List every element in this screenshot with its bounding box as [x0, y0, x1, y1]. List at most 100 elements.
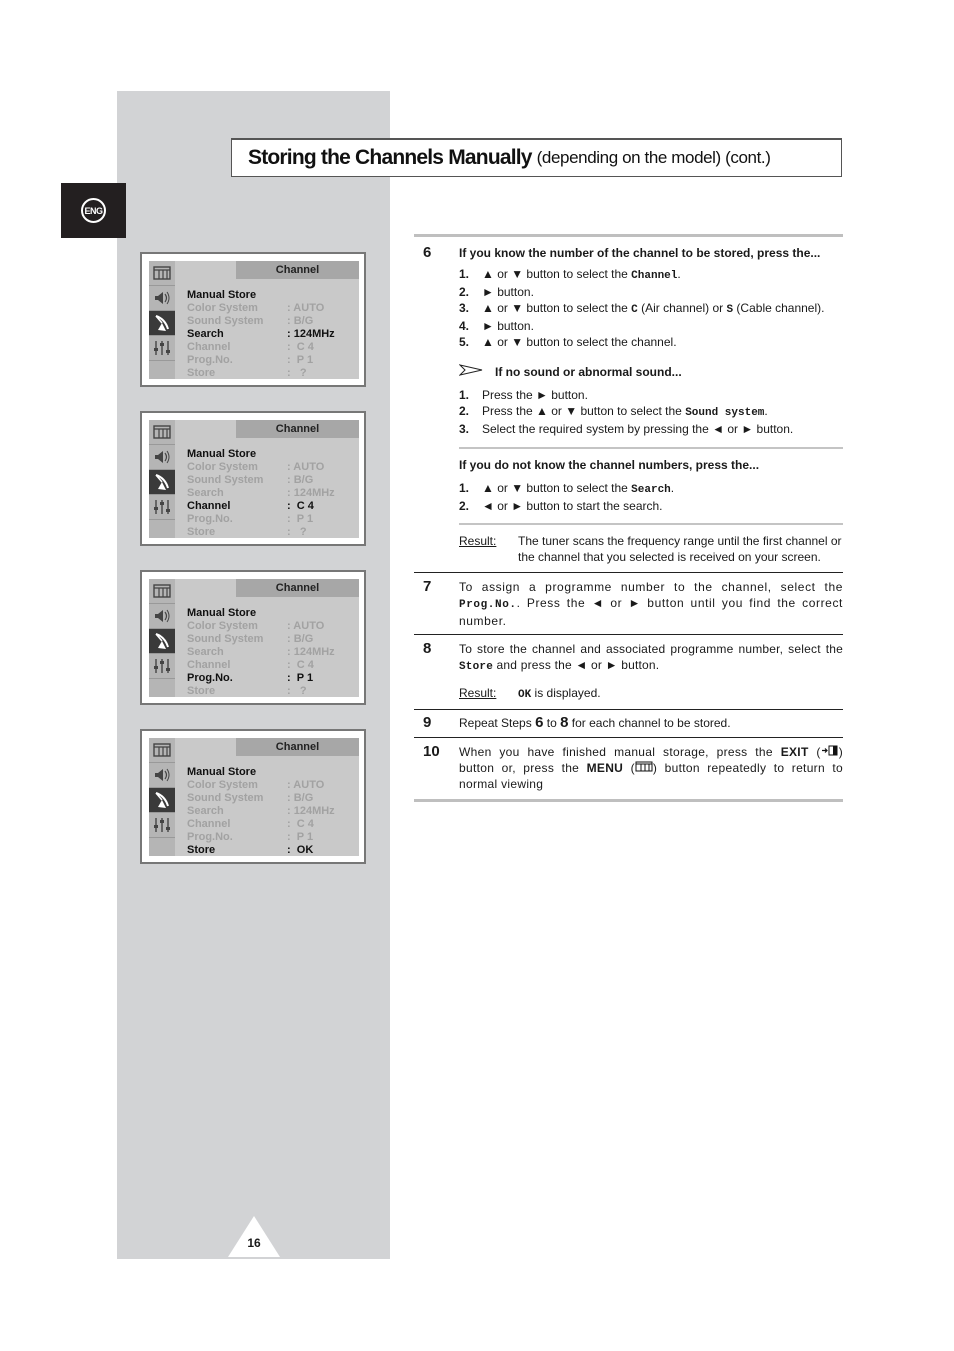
exit-button-label: EXIT	[780, 745, 809, 759]
osd-row-value: : C 4	[287, 659, 314, 671]
list-item: 2. ◄ or ► button to start the search.	[459, 499, 663, 513]
language-badge: ENG	[81, 198, 106, 223]
sound-icon	[149, 604, 175, 629]
osd-icon-bar	[149, 738, 175, 856]
note-list: 1. Press the ► button. 2. Press the ▲ or ▼ …	[459, 387, 843, 437]
result-text: The tuner scans the frequency range unti…	[518, 534, 842, 564]
list-item: 1. ▲ or ▼ button to select the Search.	[459, 481, 675, 496]
step-10: 10 When you have finished manual storage…	[414, 738, 843, 799]
osd-row-label: Color System	[187, 620, 258, 632]
antenna-channel-icon	[149, 470, 175, 495]
step-number: 10	[423, 743, 440, 760]
osd-row-label: Channel	[187, 818, 231, 830]
osd-row-label: Prog.No.	[187, 513, 233, 525]
osd-row-label: Store	[187, 367, 216, 379]
language-tab: ENG	[61, 183, 126, 238]
osd-row-value: : ?	[287, 685, 307, 697]
osd-header: Channel	[236, 261, 359, 279]
instructions: 6 If you know the number of the channel …	[414, 234, 843, 802]
osd-row-value: : 124MHz	[287, 805, 335, 817]
osd-row-label: Sound System	[187, 315, 264, 327]
unknown-list: 1. ▲ or ▼ button to select the Search. 2. ◄…	[459, 480, 843, 514]
osd-row-value: : B/G	[287, 633, 314, 645]
osd-row-label: Channel	[187, 500, 231, 512]
step-list: 1. ▲ or ▼ button to select the Channel. 2.…	[459, 266, 843, 350]
osd-row: Channel: C 4	[187, 341, 335, 354]
osd-row-value: : AUTO	[287, 461, 325, 473]
osd-row-label: Search	[187, 805, 224, 817]
list-item: 2. ► button.	[459, 285, 534, 299]
note-heading-text: If no sound or abnormal sound...	[495, 364, 682, 379]
osd-icon-bar	[149, 420, 175, 538]
page-title-box: Storing the Channels Manually (depending…	[231, 138, 842, 177]
list-item: 2. Press the ▲ or ▼ button to select the …	[459, 404, 768, 419]
antenna-channel-icon	[149, 311, 175, 336]
osd-title: Manual Store	[187, 448, 257, 460]
osd-row-value: : AUTO	[287, 302, 325, 314]
osd-row-value: : B/G	[287, 792, 314, 804]
step-text: To store the channel and associated prog…	[459, 642, 843, 673]
osd-row-label: Store	[187, 844, 216, 856]
osd-screen: Channel Manual Store Color System: AUTO Sou…	[140, 729, 366, 864]
osd-row: Sound System: B/G	[187, 792, 335, 805]
osd-row-value: : P 1	[287, 354, 314, 366]
step-8: 8 To store the channel and associated pr…	[414, 635, 843, 709]
unknown-heading: If you do not know the channel numbers, …	[459, 458, 760, 472]
osd-screen: Channel Manual Store Color System: AUTO Sou…	[140, 411, 366, 546]
picture-menu-icon	[149, 261, 175, 286]
page-subtitle: (depending on the model) (cont.)	[536, 148, 771, 167]
osd-row: Search : 124MHz	[187, 487, 335, 500]
osd-row-value: : AUTO	[287, 620, 325, 632]
osd-row: Sound System : B/G	[187, 315, 335, 328]
antenna-channel-icon	[149, 788, 175, 813]
result-text: OK is displayed.	[518, 686, 601, 701]
osd-row-value: : 124MHz	[287, 328, 335, 340]
list-item: 5. ▲ or ▼ button to select the channel.	[459, 335, 677, 349]
step-9: 9 Repeat Steps 6 to 8 for each channel t…	[414, 710, 843, 737]
sound-icon	[149, 286, 175, 311]
osd-row: Channel: C 4	[187, 500, 335, 513]
result-label: Result:	[459, 534, 497, 548]
note-arrow-icon	[458, 364, 495, 379]
exit-icon	[821, 745, 839, 759]
osd-row: Prog.No. : P 1	[187, 513, 335, 526]
step-6-result: Result: The tuner scans the frequency ra…	[414, 525, 843, 572]
osd-row: Store : ?	[187, 367, 335, 380]
osd-row-value: : 124MHz	[287, 487, 335, 499]
note-heading: If no sound or abnormal sound...	[458, 364, 843, 379]
osd-row-label: Color System	[187, 779, 258, 791]
osd-row: Prog.No.: P 1	[187, 831, 335, 844]
osd-row: Prog.No.: P 1	[187, 672, 335, 685]
osd-title: Manual Store	[187, 289, 257, 301]
step-7: 7 To assign a programme number to the ch…	[414, 573, 843, 634]
step-6: 6 If you know the number of the channel …	[414, 237, 843, 437]
osd-row-label: Sound System	[187, 633, 264, 645]
list-item: 1. Press the ► button.	[459, 388, 588, 402]
picture-menu-icon	[149, 420, 175, 445]
osd-row: Search: 124MHz	[187, 646, 335, 659]
osd-row-value: : ?	[287, 367, 307, 379]
setup-icon	[149, 654, 175, 679]
step-number: 8	[423, 640, 432, 657]
osd-row: Color System : AUTO	[187, 620, 335, 633]
step-heading: If you know the number of the channel to…	[459, 246, 821, 260]
osd-row-label: Prog.No.	[187, 354, 233, 366]
osd-row-value: : ?	[287, 526, 307, 538]
osd-row-label: Search	[187, 487, 224, 499]
osd-header: Channel	[236, 738, 359, 756]
osd-row-value: : P 1	[287, 513, 314, 525]
osd-row-value: : B/G	[287, 474, 314, 486]
osd-row: Color System: AUTO	[187, 461, 335, 474]
step-6-unknown: If you do not know the channel numbers, …	[414, 449, 843, 514]
osd-row-value: : AUTO	[287, 779, 325, 791]
step-number: 7	[423, 578, 432, 595]
osd-icon-bar	[149, 261, 175, 379]
osd-row-label: Color System	[187, 302, 258, 314]
osd-row-label: Search	[187, 328, 224, 340]
osd-row-value: : C 4	[287, 341, 314, 353]
step-text: Repeat Steps 6 to 8 for each channel to …	[459, 714, 731, 731]
osd-row-value: : B/G	[287, 315, 314, 327]
picture-menu-icon	[149, 579, 175, 604]
osd-row: Store: ?	[187, 685, 335, 698]
list-item: 3. Select the required system by pressing…	[459, 422, 794, 436]
